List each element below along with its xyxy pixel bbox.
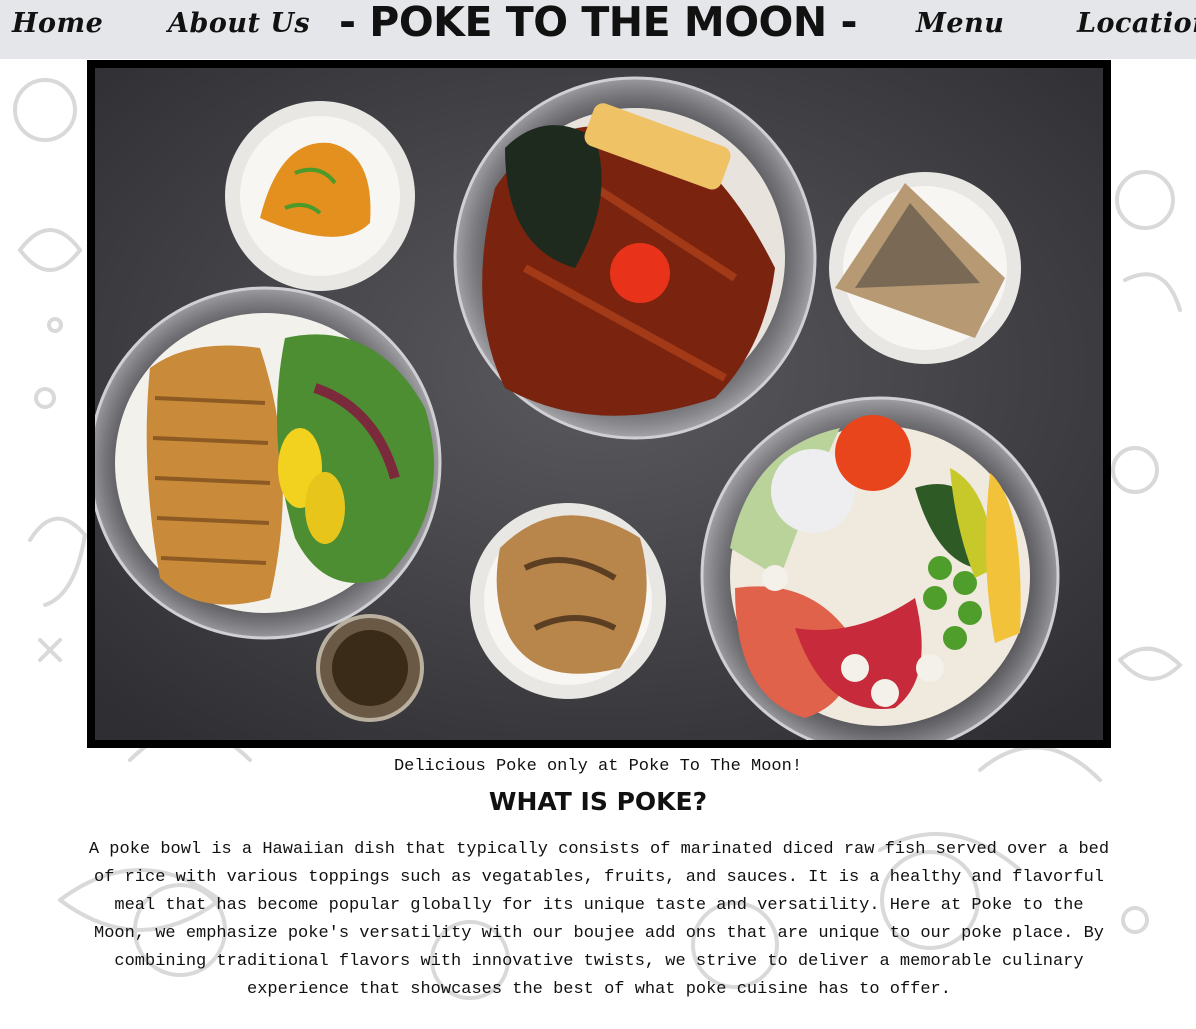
pickle-jar bbox=[316, 614, 424, 722]
nav-link-location[interactable]: Location bbox=[1077, 8, 1196, 39]
poke-bowl bbox=[700, 396, 1060, 740]
top-navigation: Home About Us - POKE TO THE MOON - Menu … bbox=[0, 0, 1196, 59]
hero-photo bbox=[95, 68, 1103, 740]
hero-photo-frame bbox=[87, 60, 1111, 748]
unagi-bowl bbox=[453, 76, 817, 440]
chicken-bowl bbox=[95, 286, 442, 640]
uni-side-bowl bbox=[225, 101, 415, 291]
section-heading-what-is-poke: WHAT IS POKE? bbox=[488, 787, 708, 816]
fish-side-bowl bbox=[829, 172, 1021, 364]
nav-link-menu[interactable]: Menu bbox=[916, 8, 1004, 39]
salmon-skin-side-bowl bbox=[470, 503, 666, 699]
photo-caption: Delicious Poke only at Poke To The Moon! bbox=[393, 757, 803, 776]
what-is-poke-paragraph: A poke bowl is a Hawaiian dish that typi… bbox=[88, 840, 1110, 999]
site-title: - POKE TO THE MOON - bbox=[338, 0, 858, 46]
